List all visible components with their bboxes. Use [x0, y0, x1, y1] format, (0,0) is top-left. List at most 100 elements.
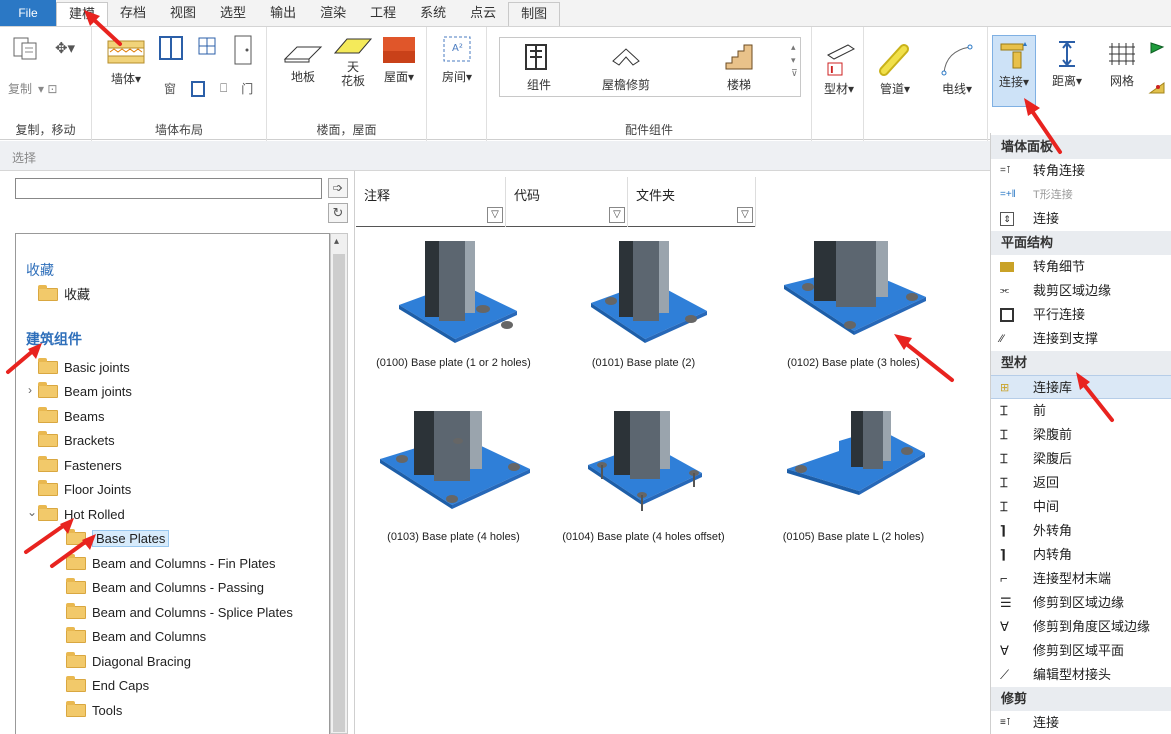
tree-head-building-components[interactable]: 建筑组件 — [26, 329, 82, 349]
tree-item-floor-joints[interactable]: Floor Joints — [38, 479, 131, 501]
menu-item-front[interactable]: ⌶ 前 — [991, 399, 1171, 423]
tile-base-plate-0103[interactable]: (0103) Base plate (4 holes) — [361, 411, 546, 543]
tab-output[interactable]: 输出 — [258, 0, 308, 26]
gallery-scroll-icon[interactable]: ▴ ▾ ⊽ — [791, 41, 798, 80]
menu-item-connect-profile-end[interactable]: ⌐ 连接型材末端 — [991, 567, 1171, 591]
tab-modeling[interactable]: 建模 — [56, 2, 109, 26]
tile-base-plate-0100[interactable]: (0100) Base plate (1 or 2 holes) — [361, 241, 546, 369]
tab-view[interactable]: 视图 — [158, 0, 208, 26]
filter-icon[interactable]: ▽ — [487, 207, 503, 223]
menu-item-corner-connect[interactable]: =⊺ 转角连接 — [991, 159, 1171, 183]
menu-item-trim-connect[interactable]: ≡⊺ 连接 — [991, 711, 1171, 734]
menu-item-connect[interactable]: ⇕ 连接 — [991, 207, 1171, 231]
tree-item-brackets[interactable]: Brackets — [38, 430, 115, 452]
menu-item-connect-support[interactable]: ⁄⁄ 连接到支撑 — [991, 327, 1171, 351]
profile-button[interactable]: I 型材▾ — [816, 43, 862, 97]
tree-head-favorites[interactable]: 收藏 — [26, 260, 54, 280]
tree-item-basic-joints[interactable]: Basic joints — [38, 357, 130, 379]
floor-button[interactable]: 地板 — [281, 41, 325, 85]
menu-item-web-back[interactable]: ⌶ 梁腹后 — [991, 447, 1171, 471]
filter-icon[interactable]: ▽ — [737, 207, 753, 223]
copy-dropdown-icon[interactable]: ▾ ⊡ — [38, 82, 57, 96]
window-button[interactable] — [156, 35, 186, 64]
cable-button[interactable]: 电线▾ — [932, 43, 982, 97]
column-folder[interactable]: 文件夹 ▽ — [628, 177, 756, 227]
menu-item-trim-angle-edge[interactable]: ∀ 修剪到角度区域边缘 — [991, 615, 1171, 639]
tab-project[interactable]: 工程 — [358, 0, 408, 26]
tree-item-beam-joints[interactable]: Beam joints — [38, 381, 132, 403]
scroll-up-icon[interactable]: ▴ — [334, 236, 339, 247]
copy-button[interactable]: 复制 — [8, 80, 32, 97]
tree-item-diagonal-bracing[interactable]: Diagonal Bracing — [66, 651, 191, 673]
menu-item-trim-edge[interactable]: ⫘ 裁剪区域边缘 — [991, 279, 1171, 303]
menu-item-trim-area-plane[interactable]: ∀ 修剪到区域平面 — [991, 639, 1171, 663]
tree-item-favorites[interactable]: 收藏 — [38, 284, 90, 306]
menu-item-edit-profile-joint[interactable]: ⟋ 编辑型材接头 — [991, 663, 1171, 687]
grid-window-icon[interactable] — [196, 37, 218, 58]
room-button[interactable]: A² 房间▾ — [435, 35, 479, 85]
tree-item-base-plates[interactable]: Base Plates — [66, 528, 170, 550]
tab-file[interactable]: File — [0, 0, 56, 26]
menu-item-parallel-connect[interactable]: 平行连接 — [991, 303, 1171, 327]
tree-item-fin-plates[interactable]: Beam and Columns - Fin Plates — [66, 553, 276, 575]
stairs-button[interactable]: 楼梯 — [709, 41, 769, 93]
door-button[interactable] — [230, 35, 256, 68]
tile-base-plate-0102[interactable]: (0102) Base plate (3 holes) — [761, 241, 946, 369]
connect-button[interactable]: 连接▾ — [992, 35, 1036, 107]
door-text[interactable]: 门 — [241, 80, 253, 97]
tree-item-fasteners[interactable]: Fasteners — [38, 455, 122, 477]
pipe-button[interactable]: 管道▾ — [870, 43, 920, 97]
move-icon[interactable]: ✥▾ — [50, 39, 80, 57]
roof-button[interactable]: 屋面▾ — [377, 35, 421, 85]
window-label[interactable]: 窗 — [164, 80, 176, 97]
menu-item-middle[interactable]: ⌶ 中间 — [991, 495, 1171, 519]
level-icon[interactable] — [1146, 79, 1168, 98]
menu-item-corner-detail[interactable]: 转角细节 — [991, 255, 1171, 279]
group-label-wall: 墙体布局 — [154, 123, 203, 137]
column-note[interactable]: 注释 ▽ — [356, 177, 506, 227]
tile-base-plate-0104[interactable]: (0104) Base plate (4 holes offset) — [551, 411, 736, 543]
filter-icon[interactable]: ▽ — [609, 207, 625, 223]
expand-chevron-icon[interactable]: › — [28, 383, 32, 397]
menu-item-web-front[interactable]: ⌶ 梁腹前 — [991, 423, 1171, 447]
eave-trim-button[interactable]: 屋檐修剪 — [591, 41, 661, 93]
menu-item-inner-corner[interactable]: ⌉ 内转角 — [991, 543, 1171, 567]
tile-base-plate-0105[interactable]: (0105) Base plate L (2 holes) — [761, 411, 946, 543]
menu-item-outer-corner[interactable]: ⌉ 外转角 — [991, 519, 1171, 543]
tree-item-end-caps[interactable]: End Caps — [66, 675, 149, 697]
grid-button[interactable]: 网格 — [1100, 39, 1144, 89]
tile-base-plate-0101[interactable]: (0101) Base plate (2) — [551, 241, 736, 369]
door-label[interactable]: ⎕ — [220, 81, 227, 96]
paste-button[interactable] — [10, 35, 42, 64]
tree-scroll-thumb[interactable] — [333, 254, 345, 732]
room-icon: A² — [443, 36, 471, 62]
column-code[interactable]: 代码 ▽ — [506, 177, 628, 227]
tab-system[interactable]: 系统 — [408, 0, 458, 26]
tab-pointcloud[interactable]: 点云 — [458, 0, 508, 26]
trim-connect-icon: ≡⊺ — [1000, 717, 1012, 728]
tree-item-passing[interactable]: Beam and Columns - Passing — [66, 577, 264, 599]
tree-item-splice-plates[interactable]: Beam and Columns - Splice Plates — [66, 602, 293, 624]
tab-archive[interactable]: 存档 — [108, 0, 158, 26]
collapse-chevron-icon[interactable]: ⌄ — [27, 505, 37, 519]
tree-item-hot-rolled[interactable]: Hot Rolled — [38, 504, 125, 526]
tree-scrollbar[interactable]: ▴ — [330, 233, 348, 734]
distance-button[interactable]: 距离▾ — [1042, 39, 1092, 89]
tree-item-tools[interactable]: Tools — [66, 700, 122, 722]
tree-item-beams[interactable]: Beams — [38, 406, 104, 428]
refresh-icon[interactable]: ↻ — [328, 203, 348, 223]
tab-render[interactable]: 渲染 — [308, 0, 358, 26]
tab-select[interactable]: 选型 — [208, 0, 258, 26]
component-button[interactable]: 组件 — [509, 41, 569, 93]
menu-item-t-connect[interactable]: =+‖ T形连接 — [991, 183, 1171, 207]
menu-item-connection-library[interactable]: ⊞ 连接库 — [991, 375, 1171, 399]
green-flag-icon[interactable] — [1146, 41, 1168, 62]
menu-item-trim-area-edge[interactable]: ☰ 修剪到区域边缘 — [991, 591, 1171, 615]
frame-icon[interactable] — [190, 80, 206, 97]
search-input[interactable] — [15, 178, 322, 199]
tab-drawing[interactable]: 制图 — [508, 2, 561, 26]
menu-item-back[interactable]: ⌶ 返回 — [991, 471, 1171, 495]
go-arrow-icon[interactable]: ➩ — [328, 178, 348, 198]
ceiling-button[interactable]: 天 花板 — [331, 35, 375, 88]
tree-item-beam-and-columns[interactable]: Beam and Columns — [66, 626, 206, 648]
